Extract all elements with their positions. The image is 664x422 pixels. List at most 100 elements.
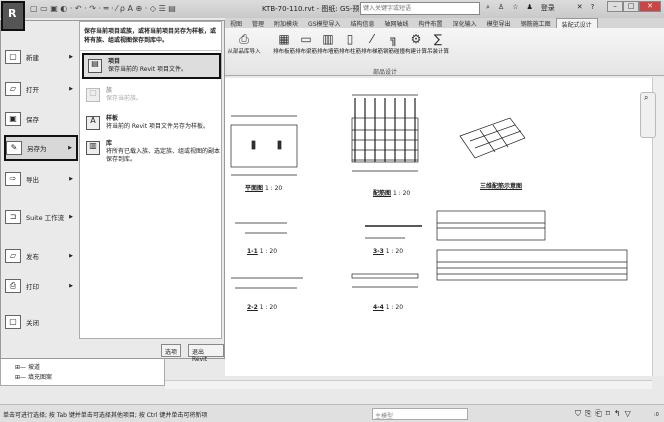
tab-10[interactable]: 装配式设计: [555, 18, 598, 29]
submenu-arrow-icon: ▶: [69, 283, 73, 289]
view-title[interactable]: 配筋图 1 : 20: [373, 188, 410, 197]
ribbon-button-icon: ╗: [390, 32, 398, 46]
ribbon-button-3[interactable]: ▥ 排布墙筋: [317, 31, 339, 55]
view-title[interactable]: 4-4 1 : 20: [373, 304, 403, 311]
app-menu-item-2[interactable]: ▣ 保存: [5, 106, 77, 132]
app-menu-item-3[interactable]: ✎ 另存为 ▶: [4, 135, 78, 161]
selection-filter-icons[interactable]: ⛉⎘⎗⌑↰▽: [575, 409, 635, 419]
ribbon-button-label: 排布柱筋: [339, 49, 362, 55]
tab-9[interactable]: 钢筋施工图: [516, 18, 556, 28]
ribbon-button-label: 排布梁筋: [295, 49, 318, 55]
status-bar: 单击可进行选择; 按 Tab 键并单击可选择其他项目; 按 Ctrl 键并单击可…: [0, 404, 664, 422]
ribbon-panel: 部品设计 ⎙ 从部品库导入 ▦ 排布板筋 ▭ 排布梁筋 ▥ 排布墙筋 ▯ 排布柱筋 ⁄ 排布梯筋 ╗ 钢筋…: [225, 28, 664, 76]
horizontal-scrollbar[interactable]: [165, 380, 652, 389]
save-as-item-desc: 将所有已载入族、选定族、组或视图的副本保存到库。: [106, 148, 221, 163]
minimize-button[interactable]: –: [607, 1, 623, 12]
save-as-item-1[interactable]: ▢ 族保存当前族。: [82, 84, 221, 110]
menu-item-label: 新建: [26, 54, 39, 62]
menu-item-label: Suite 工作流: [26, 214, 65, 222]
rebar-table-2: [436, 249, 628, 281]
view-name: 4-4: [373, 304, 384, 311]
ribbon-button-icon: ▯: [346, 32, 354, 46]
save-as-item-title: 族: [106, 87, 113, 94]
app-menu-item-1[interactable]: ▱ 打开 ▶: [5, 76, 77, 102]
submenu-description: 保存当前项目或族，或将当前项目另存为样板，或将有族、组或视图保存到库中。: [80, 22, 221, 51]
login-link[interactable]: 登录: [541, 3, 555, 13]
tab-4[interactable]: 结构信息: [346, 18, 380, 28]
model-selector[interactable]: 主模型: [372, 408, 468, 420]
view-name: 平面图: [245, 185, 264, 192]
app-menu-item-6[interactable]: ▱ 发布 ▶: [5, 243, 77, 269]
navigation-bar[interactable]: ⌕: [640, 92, 656, 138]
communication-icon[interactable]: ♙: [498, 3, 504, 13]
tab-7[interactable]: 深化输入: [448, 18, 482, 28]
3d-rebar-sketch: [459, 117, 526, 159]
menu-item-icon: ▣: [5, 112, 21, 126]
exit-revit-button[interactable]: 退出 Revit: [188, 344, 224, 363]
ribbon-button-6[interactable]: ╗ 钢筋碰撞: [383, 31, 405, 55]
tab-1[interactable]: 管理: [247, 18, 269, 28]
help-button[interactable]: ?: [591, 3, 595, 13]
ribbon-button-label: 吊装计算: [427, 49, 450, 55]
tab-5[interactable]: 轴网轴线: [380, 18, 414, 28]
app-menu-item-4[interactable]: ⇨ 导出 ▶: [5, 166, 77, 192]
ribbon-button-0[interactable]: ⎙ 从部品库导入: [227, 31, 261, 55]
view-title[interactable]: 三维配筋示意图: [480, 181, 522, 190]
app-menu-item-5[interactable]: ⊐ Suite 工作流 ▶: [5, 204, 77, 230]
view-name: 3-3: [373, 248, 384, 255]
browser-node[interactable]: ⊞— 填充图案: [15, 372, 52, 381]
submenu-arrow-icon: ▶: [68, 145, 72, 151]
help-search-input[interactable]: [360, 2, 480, 15]
ribbon-button-4[interactable]: ▯ 排布柱筋: [339, 31, 361, 55]
ribbon-button-2[interactable]: ▭ 排布梁筋: [295, 31, 317, 55]
drawing-canvas[interactable]: 平面图 1 : 20 配筋图 1 : 20 三维配筋示意图 1-1 1 : 20 3-…: [225, 78, 652, 376]
ribbon-button-icon: ▥: [322, 32, 334, 46]
user-icon[interactable]: ♟: [526, 3, 532, 13]
document-title: KTB-70-110.rvt - 图纸: GS-预...: [262, 5, 367, 13]
app-menu-item-8[interactable]: ▢ 关闭: [5, 309, 77, 335]
tab-3[interactable]: GS模型导入: [303, 18, 345, 28]
zoom-icon[interactable]: ⌕: [641, 93, 648, 102]
ribbon-button-label: 钢筋碰撞: [383, 49, 406, 55]
maximize-button[interactable]: □: [623, 1, 639, 12]
ribbon-button-8[interactable]: ∑ 吊装计算: [427, 31, 449, 55]
tab-2[interactable]: 附加模块: [269, 18, 303, 28]
save-as-item-desc: 保存当前的 Revit 项目文件。: [108, 66, 187, 73]
ribbon-button-7[interactable]: ⚙ 构建计算: [405, 31, 427, 55]
project-browser: ⊞— 坡道 ⊞— 填充图案: [0, 358, 165, 386]
browser-node[interactable]: ⊞— 坡道: [15, 362, 40, 371]
menu-item-label: 发布: [26, 253, 39, 261]
submenu-arrow-icon: ▶: [69, 86, 73, 92]
view-scale: 1 : 20: [259, 304, 278, 311]
save-as-item-2[interactable]: A 样板 将当前的 Revit 项目文件另存为样板。: [82, 112, 221, 138]
ribbon-button-icon: ⁄: [370, 32, 373, 46]
binoculars-icon[interactable]: ⌕: [486, 3, 490, 13]
view-title[interactable]: 3-3 1 : 20: [373, 248, 403, 255]
options-button[interactable]: 选项: [161, 344, 182, 357]
view-name: 配筋图: [373, 190, 392, 197]
app-menu-item-7[interactable]: ⎙ 打印 ▶: [5, 273, 77, 299]
plan-view-outline: [230, 124, 298, 168]
save-as-item-0[interactable]: ▤ 项目 保存当前的 Revit 项目文件。: [82, 53, 221, 79]
application-menu-button[interactable]: R: [1, 1, 25, 31]
save-as-item-3[interactable]: ▥ 库将所有已载入族、选定族、组或视图的副本保存到库。: [82, 137, 221, 171]
tab-8[interactable]: 模型导出: [482, 18, 516, 28]
tab-0[interactable]: 视图: [225, 18, 247, 28]
quick-access-toolbar-icons[interactable]: ▢ ▭ ▣ ◐ · ↶ · ↷ · ═ · ⁄ ρ A ⊕ · ◇ ☰ ▤: [30, 4, 176, 13]
exchange-icon[interactable]: ✕: [577, 3, 583, 13]
view-title[interactable]: 平面图 1 : 20: [245, 183, 282, 192]
close-button[interactable]: ✕: [639, 1, 661, 12]
ribbon-button-label: 从部品库导入: [227, 49, 261, 55]
view-title[interactable]: 1-1 1 : 20: [247, 248, 277, 255]
app-menu-item-0[interactable]: ▢ 新建 ▶: [5, 44, 77, 70]
view-title[interactable]: 2-2 1 : 20: [247, 304, 277, 311]
menu-item-icon: ⎙: [5, 279, 21, 293]
ribbon-button-5[interactable]: ⁄ 排布梯筋: [361, 31, 383, 55]
favorites-star-icon[interactable]: ☆: [512, 3, 518, 13]
status-hint: 单击可进行选择; 按 Tab 键并单击可选择其他项目; 按 Ctrl 键并单击可…: [3, 412, 208, 419]
view-scale: 1 : 20: [385, 248, 404, 255]
ribbon-button-1[interactable]: ▦ 排布板筋: [273, 31, 295, 55]
ribbon-button-icon: ∑: [433, 32, 443, 46]
tab-6[interactable]: 构件布置: [414, 18, 448, 28]
save-as-item-icon: A: [86, 116, 100, 130]
